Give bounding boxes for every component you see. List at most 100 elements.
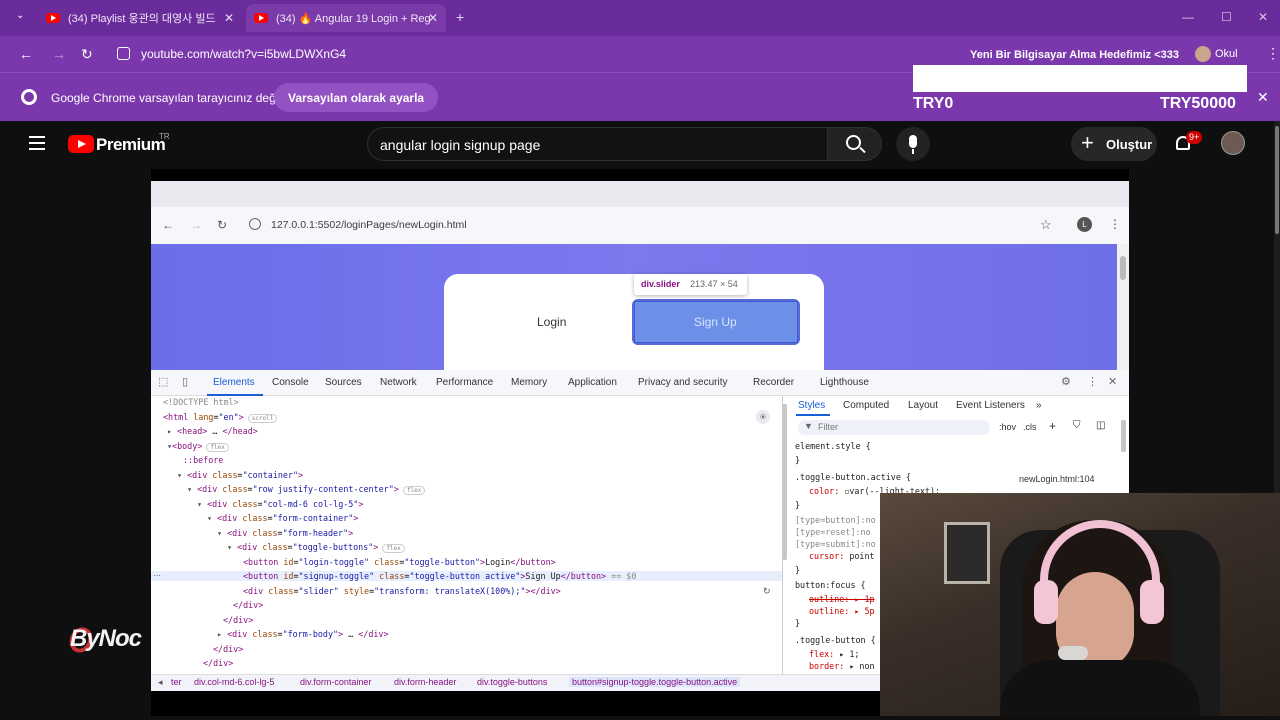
tooltip-element-name: div.slider (641, 279, 680, 289)
profile-avatar[interactable] (1195, 46, 1211, 62)
voice-search-icon[interactable] (896, 127, 930, 161)
inner-browser-tab-strip (151, 181, 1129, 207)
tree-line-selected: <button id="signup-toggle" class="toggle… (151, 571, 783, 581)
youtube-favicon-icon (254, 13, 268, 23)
reveal-icon: ↻ (763, 586, 771, 596)
tree-line: ::before (183, 455, 224, 465)
style-rule-selector: element.style { (795, 441, 871, 451)
inner-back-icon: ← (162, 218, 174, 232)
browser-menu-icon[interactable]: ⋮ (1266, 45, 1280, 62)
back-icon[interactable]: ← (19, 46, 33, 62)
donation-current: TRY0 (913, 95, 954, 112)
close-tab-icon[interactable]: ✕ (224, 11, 234, 25)
hov-toggle: :hov (999, 422, 1017, 432)
create-label[interactable]: Oluştur (1106, 137, 1152, 152)
crumb: div.toggle-buttons (477, 677, 548, 687)
tree-line: ▾ <div class="toggle-buttons"> flex (227, 542, 405, 553)
search-icon[interactable] (846, 135, 861, 150)
style-property: outline: ▸ 1p (809, 594, 875, 604)
devtools-close-icon: ✕ (1108, 376, 1118, 388)
new-tab-button[interactable]: + (456, 9, 464, 25)
filter-icon: ▼ (804, 421, 813, 431)
signup-toggle: Sign Up (694, 315, 737, 329)
sidebar-toggle-icon: ◫ (1096, 420, 1106, 431)
tree-line: <!DOCTYPE html> (163, 397, 239, 407)
paint-icon: ⛉ (1073, 420, 1081, 431)
layout-tab: Layout (908, 400, 939, 411)
account-avatar[interactable] (1221, 131, 1245, 155)
close-tab-icon[interactable]: ✕ (428, 11, 438, 25)
tree-line: ▾ <div class="container"> (177, 470, 304, 480)
tree-line: </div> (233, 600, 264, 610)
inner-reload-icon: ↻ (217, 218, 228, 232)
tree-line: <html lang="en"> scroll (163, 412, 278, 423)
style-rule-close: } (795, 565, 801, 575)
style-rule-close: } (795, 500, 801, 510)
tab-title: (34) Playlist 웅관의 대영사 빌드 (68, 13, 216, 25)
notification-count-badge: 9+ (1186, 131, 1203, 144)
devtools-tab-performance: Performance (436, 377, 494, 388)
inner-profile-avatar: L (1077, 217, 1092, 232)
more-tabs-icon: » (1036, 400, 1042, 411)
crumb: div.form-header (394, 677, 457, 687)
menu-icon[interactable] (29, 136, 45, 150)
page-bottom (0, 716, 1280, 720)
filter-placeholder: Filter (818, 422, 838, 432)
url-field[interactable]: youtube.com/watch?v=i5bwLDWXnG4 (141, 47, 346, 61)
youtube-premium-label[interactable]: Premium (96, 135, 166, 155)
accessibility-icon: ⍟ (756, 410, 770, 424)
crumb: ter (171, 677, 182, 687)
style-property: flex: ▸ 1; (809, 649, 860, 659)
site-info-icon[interactable] (117, 47, 130, 60)
style-rule-close: } (795, 618, 801, 628)
elements-tree: <!DOCTYPE html> <html lang="en"> scroll ▸… (151, 396, 783, 674)
style-rule-selector: .toggle-button.active { (795, 472, 911, 482)
set-default-button[interactable]: Varsayılan olarak ayarla (274, 83, 439, 112)
elements-scrollbar (782, 404, 787, 560)
devtools-settings-icon: ⚙ (1061, 376, 1071, 388)
stream-goal-title: Yeni Bir Bilgisayar Alma Hedefimiz <333 (970, 49, 1179, 61)
reload-icon[interactable]: ↻ (81, 46, 93, 63)
forward-icon[interactable]: → (52, 46, 66, 62)
cls-toggle: .cls (1023, 422, 1037, 432)
tree-line: ▾ <div class="form-container"> (207, 513, 359, 523)
region-code: TR (159, 132, 170, 141)
tree-line: ▾ <div class="form-header"> (217, 528, 354, 538)
infobar-close-icon[interactable]: ✕ (1257, 89, 1269, 106)
inner-menu-icon: ⋮ (1109, 217, 1121, 231)
devtools-tab-network: Network (380, 377, 417, 388)
tree-line: </div> (203, 658, 234, 668)
inner-page-scrollbar-thumb (1120, 256, 1126, 280)
window-close-icon[interactable]: ✕ (1258, 10, 1268, 24)
maximize-icon[interactable]: ☐ (1221, 10, 1232, 24)
browser-tab-playlist[interactable]: (34) Playlist 웅관의 대영사 빌드 ✕ (38, 4, 242, 32)
search-value[interactable]: angular login signup page (380, 137, 540, 153)
profile-label[interactable]: Okul (1215, 48, 1238, 60)
style-rule-selector: .toggle-button { (795, 635, 876, 645)
page-scrollbar-thumb[interactable] (1275, 126, 1279, 234)
style-rule-selector: button:focus { (795, 580, 866, 590)
tooltip-element-size: 213.47 × 54 (690, 279, 738, 289)
tree-ellipsis: ⋯ (153, 571, 161, 580)
inspect-element-icon: ⬚ (158, 376, 169, 388)
crumb: div.col-md-6.col-lg-5 (194, 677, 275, 687)
youtube-logo-icon[interactable] (68, 135, 94, 153)
plus-icon: + (1081, 130, 1094, 155)
minimize-icon[interactable]: — (1182, 10, 1194, 24)
donation-target: TRY50000 (1160, 95, 1236, 112)
crumb-scroll-left-icon: ◂ (158, 677, 163, 687)
devtools-tab-sources: Sources (325, 377, 362, 388)
tab-search-icon[interactable]: ⌄ (16, 10, 24, 21)
bookmark-star-icon: ☆ (1040, 217, 1052, 232)
crumb-active: button#signup-toggle.toggle-button.activ… (569, 677, 741, 687)
tree-line: </div> (213, 644, 244, 654)
tree-line: ▾ <div class="col-md-6 col-lg-5"> (197, 499, 364, 509)
donation-goal-bar (913, 65, 1247, 92)
browser-tab-angular[interactable]: (34) 🔥 Angular 19 Login + Reg ✕ (246, 4, 446, 32)
devtools-tab-elements: Elements (213, 377, 255, 388)
tree-line: ▸ <div class="form-body"> … </div> (217, 629, 389, 639)
tab-title: (34) 🔥 Angular 19 Login + Reg (276, 12, 431, 25)
style-rule-selector: [type=reset]:no (795, 527, 871, 537)
devtools-tab-application: Application (568, 377, 617, 388)
style-source-link: newLogin.html:104 (1019, 474, 1095, 484)
